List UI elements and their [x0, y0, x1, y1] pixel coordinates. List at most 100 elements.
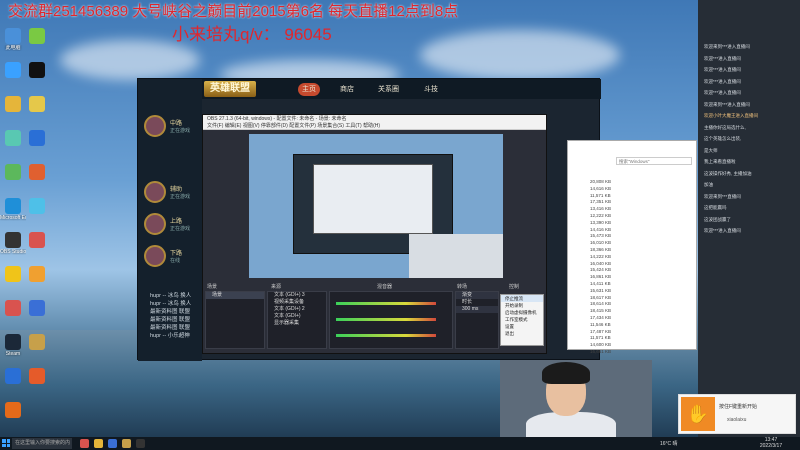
desktop-icon[interactable]	[24, 368, 50, 402]
transition-select[interactable]: 渐变	[456, 292, 498, 299]
desktop-icon[interactable]	[24, 164, 50, 198]
file-size: 16,010 KB	[590, 240, 612, 246]
desktop-icons: 此电脑 Microsoft Edge OBS Studio Steam	[0, 28, 52, 438]
chat-message: 这波团战赢了	[704, 216, 731, 222]
file-size: 11,571 KB	[590, 192, 611, 198]
obs-title: OBS 27.1.3 (64-bit, windows) - 配置文件: 未命名…	[203, 115, 546, 123]
notification-title: 按住F键重新开始	[719, 404, 758, 410]
desktop-icon[interactable]	[0, 402, 26, 436]
desktop-icon[interactable]	[0, 62, 26, 96]
file-size: 11,571 KB	[590, 335, 611, 341]
app-icon	[29, 164, 45, 180]
app-icon	[29, 300, 45, 316]
file-size: 18,366 KB	[590, 247, 612, 252]
app-icon	[5, 402, 21, 418]
friend-status: 正在游戏	[170, 128, 191, 134]
audio-meter	[336, 334, 436, 337]
app-icon	[5, 198, 21, 214]
mixer-header: 混音器	[377, 284, 393, 290]
taskbar-app-icon[interactable]	[136, 439, 145, 448]
app-icon	[29, 232, 45, 248]
cloud	[420, 30, 620, 80]
source-item[interactable]: 视频采集设备	[268, 299, 326, 306]
source-item[interactable]: 文本 (GDI+) 2	[268, 306, 326, 313]
desktop-icon[interactable]	[0, 300, 26, 334]
virtual-camera-button[interactable]: 启动虚拟摄像机	[501, 309, 543, 316]
audio-meter	[336, 302, 436, 305]
obs-preview	[249, 134, 503, 278]
file-size: 14,616 KB	[590, 185, 612, 191]
file-size: 13,416 KB	[590, 206, 612, 212]
source-item[interactable]: 文本 (GDI+) 3	[268, 292, 326, 299]
preview-webcam	[409, 234, 503, 278]
friend-entry[interactable]: 中路 正在游戏	[144, 115, 200, 143]
chat-line: hupr -- 冰鸟 换人	[150, 293, 192, 299]
desktop-icon[interactable]	[24, 232, 50, 266]
desktop-icon[interactable]	[24, 198, 50, 232]
start-icon[interactable]	[2, 439, 10, 447]
start-recording-button[interactable]: 开始录制	[501, 302, 543, 309]
desktop-icon[interactable]	[24, 62, 50, 96]
desktop-icon[interactable]	[24, 28, 50, 62]
lol-logo: 英雄联盟	[204, 81, 256, 97]
friend-status: 在线	[170, 258, 181, 264]
app-icon	[5, 62, 21, 78]
studio-mode-button[interactable]: 工作室模式	[501, 316, 543, 323]
desktop-icon[interactable]	[0, 266, 26, 300]
avatar	[144, 245, 166, 267]
settings-button[interactable]: 设置	[501, 323, 543, 330]
app-icon	[29, 266, 45, 282]
duration-input[interactable]: 300 ms	[456, 306, 498, 313]
tab-arena[interactable]: 斗技	[420, 83, 442, 96]
friend-entry[interactable]: 辅助 正在游戏	[144, 181, 200, 209]
lol-sidebar: 中路 正在游戏 辅助 正在游戏 上路 正在游戏 下路 在线 hupr -- 冰鸟 换人 …	[138, 79, 202, 361]
file-size: 16,661 KB	[590, 349, 612, 354]
desktop-icon[interactable]	[24, 130, 50, 164]
taskbar-app-icon[interactable]	[94, 439, 103, 448]
chat-line: 最新资料图 联盟	[150, 317, 191, 323]
explorer-search-input[interactable]: 搜索"Windows"	[616, 157, 692, 165]
taskbar-app-icon[interactable]	[80, 439, 89, 448]
desktop-icon[interactable]	[0, 96, 26, 130]
exit-button[interactable]: 退出	[501, 330, 543, 337]
app-icon	[29, 62, 45, 78]
source-item[interactable]: 文本 (GDI+)	[268, 313, 326, 320]
file-size: 15,631 KB	[590, 287, 612, 293]
desktop-icon[interactable]: Steam	[0, 334, 26, 368]
notification-toast[interactable]: ✋ 按住F键重新开始 xiaolaixu	[678, 394, 796, 434]
source-item[interactable]: 显示器采集	[268, 320, 326, 327]
taskbar-search[interactable]: 在这里输入你要搜索的内容	[12, 438, 72, 449]
desktop-icon[interactable]: OBS Studio	[0, 232, 26, 266]
file-size: 15,473 KB	[590, 233, 612, 239]
taskbar-weather[interactable]: 16°C 晴	[660, 440, 678, 447]
taskbar-app-icon[interactable]	[108, 439, 117, 448]
desktop-icon[interactable]	[24, 334, 50, 368]
obs-menu-bar[interactable]: 文件(F) 编辑(E) 视图(V) 停靠部件(D) 配置文件(P) 场景集合(S…	[203, 123, 546, 130]
chat-message: 是大师	[704, 147, 718, 153]
desktop-icon[interactable]	[24, 96, 50, 130]
file-size: 13,390 KB	[590, 219, 612, 225]
stop-stream-button[interactable]: 停止推流	[501, 295, 543, 302]
friend-entry[interactable]: 下路 在线	[144, 245, 200, 273]
file-size: 17,487 KB	[590, 328, 612, 334]
desktop-icon[interactable]	[0, 130, 26, 164]
tab-home[interactable]: 主页	[298, 83, 320, 96]
file-size: 11,546 KB	[590, 321, 611, 327]
friend-name: 中路	[170, 121, 183, 127]
scene-item[interactable]: 场景	[206, 292, 264, 299]
desktop-icon-label: OBS Studio	[0, 249, 26, 255]
chat-message: 欢迎***进入直播间	[704, 67, 741, 72]
desktop-icon[interactable]: 此电脑	[0, 28, 26, 62]
desktop-icon[interactable]	[24, 266, 50, 300]
tab-store[interactable]: 商店	[336, 83, 358, 96]
scenes-panel: 场景	[205, 291, 265, 349]
desktop-icon[interactable]: Microsoft Edge	[0, 198, 26, 232]
taskbar-clock[interactable]: 13:47 2022/3/17	[756, 437, 786, 449]
taskbar-app-icon[interactable]	[122, 439, 131, 448]
desktop-icon[interactable]	[0, 164, 26, 198]
friend-entry[interactable]: 上路 正在游戏	[144, 213, 200, 241]
desktop-icon[interactable]	[0, 368, 26, 402]
chat-message: 主播你好这局选什么,	[704, 124, 746, 130]
desktop-icon[interactable]	[24, 300, 50, 334]
tab-social[interactable]: 关系圈	[374, 83, 403, 96]
